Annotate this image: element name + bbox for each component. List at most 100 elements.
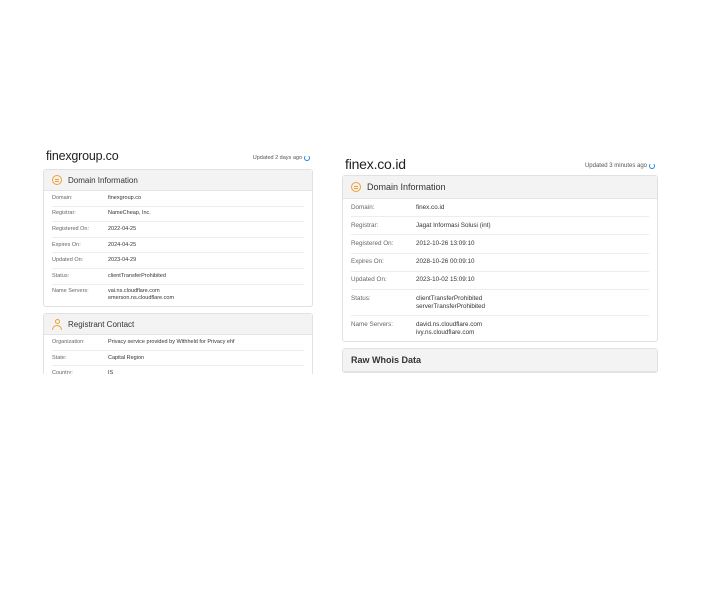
- info-value: clientTransferProhibited: [108, 273, 166, 280]
- info-value: IS: [108, 370, 113, 374]
- info-rows: Domain: finexgroup.co Registrar: NameCheap,…: [44, 191, 312, 306]
- info-value: 2023-04-29: [108, 257, 136, 264]
- info-value-line: IS: [108, 370, 114, 374]
- registrant-contact-box: Registrant Contact Organization: Privacy …: [43, 313, 313, 374]
- info-label: Name Servers:: [52, 288, 89, 295]
- info-value: 2023-10-02 15:09:10: [416, 276, 474, 284]
- info-value-line: Privacy service provided by Withheld for…: [108, 338, 235, 345]
- info-row: Name Servers: david.ns.cloudflare.com ivy.…: [351, 316, 649, 341]
- domain-information-title: Domain Information: [367, 182, 446, 192]
- info-value: finex.co.id: [416, 204, 444, 212]
- domain-info-icon: [351, 182, 361, 192]
- domain-information-box: Domain Information Domain: finex.co.id Reg…: [342, 175, 658, 343]
- info-value-line: 2023-10-02 15:09:10: [416, 276, 475, 284]
- info-label: Updated On:: [52, 257, 84, 264]
- info-value: finexgroup.co: [108, 195, 141, 202]
- person-icon: [52, 318, 62, 330]
- domain-title: finexgroup.co: [46, 149, 119, 163]
- domain-information-header: Domain Information: [343, 176, 657, 199]
- info-row: Updated On: 2023-10-02 15:09:10: [351, 272, 649, 290]
- domain-info-icon: [52, 175, 62, 185]
- info-row: Domain: finexgroup.co: [52, 191, 304, 207]
- info-value: Jagat Informasi Solusi (int): [416, 222, 491, 230]
- info-value: Privacy service provided by Withheld for…: [108, 339, 235, 346]
- registrant-contact-header: Registrant Contact: [44, 314, 312, 336]
- info-value: 2024-04-25: [108, 242, 136, 249]
- info-label: Country:: [52, 370, 73, 374]
- info-label: State:: [52, 354, 67, 361]
- info-label: Registered On:: [351, 239, 394, 247]
- info-label: Expires On:: [351, 258, 384, 266]
- info-value: 2012-10-26 13:09:10: [416, 240, 474, 248]
- info-row: Status: clientTransferProhibited: [52, 269, 304, 285]
- updated-text: Updated 2 days ago: [252, 155, 302, 161]
- raw-whois-header[interactable]: Raw Whois Data: [343, 349, 657, 373]
- info-label: Updated On:: [351, 276, 387, 284]
- registrant-contact-title: Registrant Contact: [68, 319, 135, 329]
- left-whois-panel: finexgroup.co Updated 2 days ago Domain …: [43, 149, 313, 374]
- info-row: Organization: Privacy service provided by…: [52, 335, 304, 351]
- info-row: Country: IS: [52, 366, 304, 374]
- info-row: Expires On: 2024-04-25: [52, 238, 304, 254]
- info-value-line: ivy.ns.cloudflare.com: [416, 328, 475, 336]
- domain-information-box: Domain Information Domain: finexgroup.co R…: [43, 169, 313, 308]
- updated-status: Updated 3 minutes ago: [585, 163, 655, 169]
- raw-whois-title: Raw Whois Data: [351, 355, 422, 366]
- info-value-line: emerson.ns.cloudflare.com: [108, 295, 175, 302]
- info-label: Registrar:: [52, 210, 76, 217]
- info-value: 2028-10-26 00:09:10: [416, 258, 474, 266]
- info-row: Registrar: NameCheap, Inc.: [52, 207, 304, 223]
- info-value-line: david.ns.cloudflare.com: [416, 320, 483, 328]
- info-row: Registered On: 2022-04-25: [52, 222, 304, 238]
- info-label: Domain:: [52, 194, 73, 201]
- info-value-line: 2012-10-26 13:09:10: [416, 239, 475, 247]
- info-value-line: 2028-10-26 00:09:10: [416, 258, 475, 266]
- info-value-line: 2024-04-25: [108, 241, 137, 248]
- info-row: Domain: finex.co.id: [351, 199, 649, 218]
- refresh-icon[interactable]: [304, 155, 310, 161]
- info-value-line: clientTransferProhibited: [416, 294, 483, 302]
- info-row: Registrar: Jagat Informasi Solusi (int): [351, 217, 649, 236]
- info-rows: Domain: finex.co.id Registrar: Jagat Inform…: [343, 199, 657, 341]
- raw-whois-box: Raw Whois Data: [342, 348, 658, 373]
- updated-text: Updated 3 minutes ago: [584, 163, 647, 169]
- info-value-line: 2022-04-25: [108, 225, 137, 232]
- info-value-line: clientTransferProhibited: [108, 272, 166, 279]
- info-value-line: serverTransferProhibited: [416, 302, 486, 310]
- panel-header: finex.co.id Updated 3 minutes ago: [342, 155, 658, 175]
- info-value: Capital Region: [108, 355, 144, 362]
- info-label: Registrar:: [351, 221, 379, 229]
- info-rows: Organization: Privacy service provided by…: [44, 335, 312, 374]
- info-label: Domain:: [351, 203, 375, 211]
- info-value: clientTransferProhibited serverTransferPr…: [416, 295, 485, 311]
- info-value: NameCheap, Inc.: [108, 210, 151, 217]
- refresh-icon[interactable]: [649, 163, 655, 169]
- info-value-line: finexgroup.co: [108, 194, 142, 201]
- info-row: State: Capital Region: [52, 351, 304, 367]
- panel-header: finexgroup.co Updated 2 days ago: [43, 149, 313, 169]
- info-value: 2022-04-25: [108, 226, 136, 233]
- info-row: Name Servers: vai.ns.cloudflare.com emerso…: [52, 285, 304, 307]
- domain-title: finex.co.id: [345, 156, 406, 172]
- info-value-line: Capital Region: [108, 354, 145, 361]
- info-value-line: finex.co.id: [416, 203, 445, 211]
- info-value-line: Jagat Informasi Solusi (int): [416, 221, 491, 229]
- info-label: Name Servers:: [351, 320, 393, 328]
- info-row: Status: clientTransferProhibited serverTra…: [351, 290, 649, 317]
- info-value-line: 2023-04-29: [108, 257, 137, 264]
- domain-information-header: Domain Information: [44, 170, 312, 191]
- info-label: Organization:: [52, 338, 85, 345]
- info-value: vai.ns.cloudflare.com emerson.ns.cloudfla…: [108, 288, 174, 302]
- info-row: Expires On: 2028-10-26 00:09:10: [351, 254, 649, 272]
- domain-information-title: Domain Information: [68, 175, 138, 185]
- right-whois-panel: finex.co.id Updated 3 minutes ago Domain…: [342, 155, 658, 373]
- info-label: Expires On:: [52, 241, 81, 248]
- info-row: Registered On: 2012-10-26 13:09:10: [351, 235, 649, 254]
- info-value: david.ns.cloudflare.com ivy.ns.cloudflare…: [416, 321, 482, 337]
- info-label: Status:: [52, 272, 70, 279]
- info-row: Updated On: 2023-04-29: [52, 253, 304, 269]
- info-label: Registered On:: [52, 225, 89, 232]
- info-value-line: vai.ns.cloudflare.com: [108, 288, 160, 295]
- info-label: Status:: [351, 294, 371, 302]
- updated-status: Updated 2 days ago: [253, 155, 310, 161]
